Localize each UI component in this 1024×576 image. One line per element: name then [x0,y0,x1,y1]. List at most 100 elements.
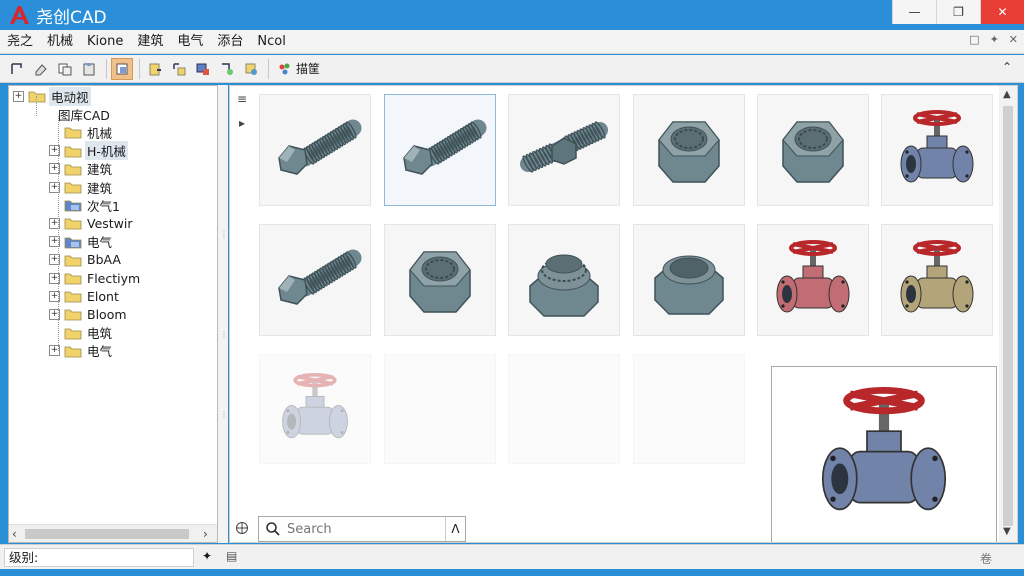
tool-insert-button[interactable] [144,58,166,80]
thumbnail-valve-blue[interactable] [881,94,993,206]
tool-move-button[interactable] [168,58,190,80]
vertical-scrollbar[interactable]: ▲ ▼ [999,86,1017,542]
menu-item-3[interactable]: 建筑 [130,30,170,54]
menu-close-icon[interactable]: ✕ [1009,33,1018,46]
title-bar: 尧创CAD — ❐ ✕ [0,0,1024,30]
toolbar-separator [106,58,107,79]
scroll-right-icon[interactable]: › [203,527,208,541]
menu-item-1[interactable]: 机械 [40,30,80,54]
tree-item-label: 建筑 [87,180,113,196]
blue-folder-icon [64,237,82,248]
render-icon [245,63,257,75]
tool-layer-button[interactable] [192,58,214,80]
thumbnail-valve-red[interactable] [757,224,869,336]
menu-item-5[interactable]: 添台 [210,30,250,54]
tree-item-label: Flectiym [87,270,141,286]
thumbnail-grid-panel: ≡ ▸ ▲ ▼ Λ [229,85,1018,543]
window-bottom-border [0,569,1024,576]
tree-item[interactable]: 图库CAD [41,105,112,123]
tool-block-button[interactable] [111,57,133,80]
tool-palette-label: 描筐 [296,62,321,76]
grip-icon: ⋮ [220,230,228,239]
search-input[interactable] [287,521,447,537]
restore-icon: ❐ [953,5,964,19]
expand-arrow-icon[interactable]: ▸ [239,116,245,130]
minimize-icon: — [908,5,921,19]
thumbnail-flange-nut[interactable] [508,224,620,336]
view-mode-icon[interactable]: ≡ [237,92,247,106]
horizontal-scrollbar[interactable]: ‹ › [9,524,217,542]
tree-item[interactable]: + BbAA [49,251,123,269]
panel-splitter[interactable]: ⋮ ⋮ ⋮ [218,85,228,543]
minimize-button[interactable]: — [892,0,936,24]
thumbnail-bolt-long[interactable] [259,94,371,206]
blue-folder-icon [64,200,82,212]
settings-icon[interactable]: ▤ [226,549,237,563]
collapse-ribbon-icon[interactable]: ⌃ [1002,60,1012,74]
unpin-icon[interactable]: ✦ [990,33,999,46]
thumbnail-bolt-long[interactable] [384,94,496,206]
scroll-thumb[interactable] [25,529,189,539]
tree-item-label: Bloom [87,306,127,322]
thumbnail-loading[interactable] [633,354,745,464]
tree-item[interactable]: + 电动视 [13,86,91,106]
search-options-button[interactable]: Λ [445,517,465,541]
tool-paste-button[interactable] [78,58,100,80]
thumbnail-loading[interactable] [259,354,371,464]
scroll-thumb[interactable] [1003,106,1013,526]
preview-panel [771,366,997,542]
folder-icon [64,255,82,267]
folder-icon [64,146,82,157]
tree-item-label: 电气 [87,235,113,251]
tree-item-label: 建筑 [87,162,113,178]
thumbnail-loading[interactable] [508,354,620,464]
thumbnail-hex-nut[interactable] [633,94,745,206]
menu-item-0[interactable]: 尧之 [0,30,40,54]
menu-bar: 尧之 机械 Kione 建筑 电气 添台 Ncol □ ✦ ✕ [0,30,1024,54]
folder-icon [64,346,82,358]
scroll-left-icon[interactable]: ‹ [12,527,17,541]
menu-item-2[interactable]: Kione [80,30,130,54]
tool-copy-button[interactable] [54,58,76,80]
thumbnail-bolt-long[interactable] [259,224,371,336]
eraser-icon [35,63,47,75]
scroll-down-icon[interactable]: ▼ [1003,526,1011,537]
thumbnail-hex-nut[interactable] [384,224,496,336]
status-bar: 级别: ✦ ▤ 卷 [0,544,1024,569]
tool-select-button[interactable] [6,58,28,80]
block-icon [116,63,128,74]
folder-icon [64,218,82,230]
tree-item[interactable]: + Vestwir [49,214,135,232]
tree-item[interactable]: + H-机械 [49,141,128,161]
tool-palette-button[interactable]: 描筐 [273,60,324,77]
toolbar: 描筐 ⌃ [0,55,1024,83]
thumbnail-hex-nut[interactable] [757,94,869,206]
thumbnail-loading[interactable] [384,354,496,464]
tree-item[interactable]: + Elont [49,287,121,305]
close-icon: ✕ [997,5,1008,19]
tool-render-button[interactable] [240,58,262,80]
tool-erase-button[interactable] [30,58,52,80]
restore-button[interactable]: ❐ [936,0,980,24]
thumbnail-stud-bolt[interactable] [508,94,620,206]
expand-toggle[interactable]: + [13,90,24,102]
move-icon [173,62,186,75]
tree-item[interactable]: + Bloom [49,305,129,323]
pin-icon[interactable]: ✦ [202,549,212,563]
globe-icon[interactable] [235,521,249,538]
properties-icon [222,62,233,75]
menu-item-6[interactable]: Ncol [250,30,292,54]
scroll-up-icon[interactable]: ▲ [1003,89,1011,100]
pin-icon[interactable]: □ [969,33,979,46]
folder-icon [64,182,82,194]
tree-item-label: Elont [87,288,119,304]
tree-item[interactable]: + Flectiym [49,269,142,287]
thumbnail-round-nut[interactable] [633,224,745,336]
thumbnail-valve-olive[interactable] [881,224,993,336]
tree-item-label: 次气1 [87,198,120,214]
tool-properties-button[interactable] [216,58,238,80]
menubar-right: □ ✦ ✕ [969,33,1018,46]
close-button[interactable]: ✕ [980,0,1024,24]
tree-item[interactable]: 次气1 [49,196,122,214]
menu-item-4[interactable]: 电气 [170,30,210,54]
